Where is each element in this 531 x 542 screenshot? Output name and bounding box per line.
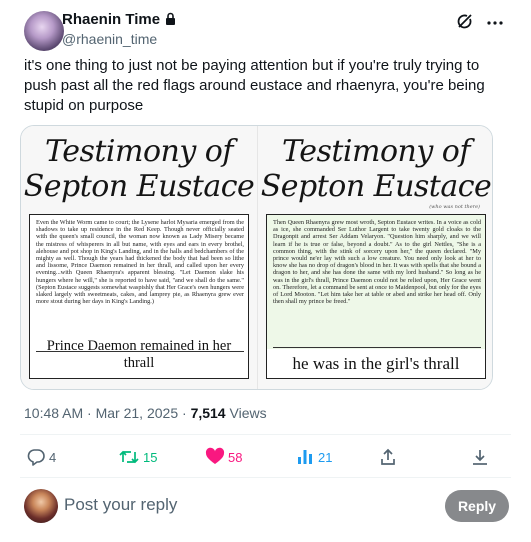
- tweet-time[interactable]: 10:48 AM: [24, 405, 83, 421]
- action-bar: 4 15 58 21: [20, 440, 511, 474]
- like-count: 58: [228, 449, 243, 465]
- views-icon: [298, 450, 312, 464]
- reply-icon: [27, 449, 45, 466]
- media-image-left[interactable]: Testimony of Septon Eustace Even the Whi…: [21, 126, 257, 389]
- caption-left: Prince Daemon remained in her thrall: [46, 338, 232, 371]
- excerpt-text-right: Then Queen Rhaenyra grew most wroth, Sep…: [273, 219, 481, 305]
- current-user-avatar[interactable]: [24, 489, 58, 523]
- retweet-button[interactable]: 15: [118, 440, 157, 474]
- divider: [20, 434, 511, 435]
- views-action-count: 21: [318, 449, 333, 465]
- like-button[interactable]: 58: [205, 440, 242, 474]
- reply-input[interactable]: Post your reply: [64, 495, 177, 515]
- views-count: 7,514: [190, 405, 226, 421]
- meta-separator: ·: [182, 405, 187, 421]
- caption-rule: [273, 347, 481, 348]
- bookmark-button[interactable]: [470, 440, 493, 474]
- tweet-media[interactable]: Testimony of Septon Eustace Even the Whi…: [20, 125, 493, 390]
- views-label: Views: [229, 405, 267, 421]
- views-button[interactable]: 21: [295, 440, 332, 474]
- image-title-line1: Testimony of: [45, 134, 233, 169]
- grok-icon[interactable]: [455, 12, 475, 32]
- reply-button[interactable]: 4: [26, 440, 56, 474]
- retweet-icon: [119, 450, 139, 464]
- reply-submit-button[interactable]: Reply: [445, 490, 509, 522]
- excerpt-body-right: Then Queen Rhaenyra grew most wroth, Sep…: [273, 219, 481, 306]
- author-avatar[interactable]: [24, 11, 64, 51]
- image-title-line1: Testimony of: [282, 134, 470, 169]
- share-button[interactable]: [378, 440, 401, 474]
- excerpt-text-left: Even the White Worm came to court; the L…: [36, 219, 244, 305]
- meta-separator: ·: [87, 405, 92, 421]
- retweet-count: 15: [143, 449, 158, 465]
- reply-count: 4: [49, 449, 57, 465]
- media-image-right[interactable]: Testimony of Septon Eustace (who was not…: [258, 126, 492, 389]
- book-excerpt-right: Then Queen Rhaenyra grew most wroth, Sep…: [266, 214, 486, 379]
- heart-icon: [205, 447, 225, 464]
- share-icon: [381, 448, 395, 465]
- author-handle[interactable]: @rhaenin_time: [62, 29, 157, 49]
- more-icon[interactable]: [485, 13, 505, 33]
- bookmark-icon: [473, 450, 487, 465]
- tweet-meta: 10:48 AM · Mar 21, 2025 · 7,514 Views: [24, 404, 267, 422]
- caption-right: he was in the girl's thrall: [267, 349, 485, 378]
- tweet-date[interactable]: Mar 21, 2025: [96, 405, 179, 421]
- divider: [20, 477, 511, 478]
- lock-icon: [164, 12, 177, 32]
- tweet-header: Rhaenin Time @rhaenin_time: [16, 8, 515, 52]
- image-title-line2: Septon Eustace: [260, 169, 492, 204]
- image-title-line2: Septon Eustace: [23, 169, 255, 204]
- author-name[interactable]: Rhaenin Time: [62, 11, 160, 28]
- book-excerpt-left: Even the White Worm came to court; the L…: [29, 214, 249, 379]
- excerpt-body-left: Even the White Worm came to court; the L…: [36, 219, 244, 306]
- tweet-text: it's one thing to just not be paying att…: [24, 57, 485, 114]
- reply-composer: Post your reply Reply: [20, 486, 511, 526]
- image-subnote: (who was not there): [429, 204, 480, 210]
